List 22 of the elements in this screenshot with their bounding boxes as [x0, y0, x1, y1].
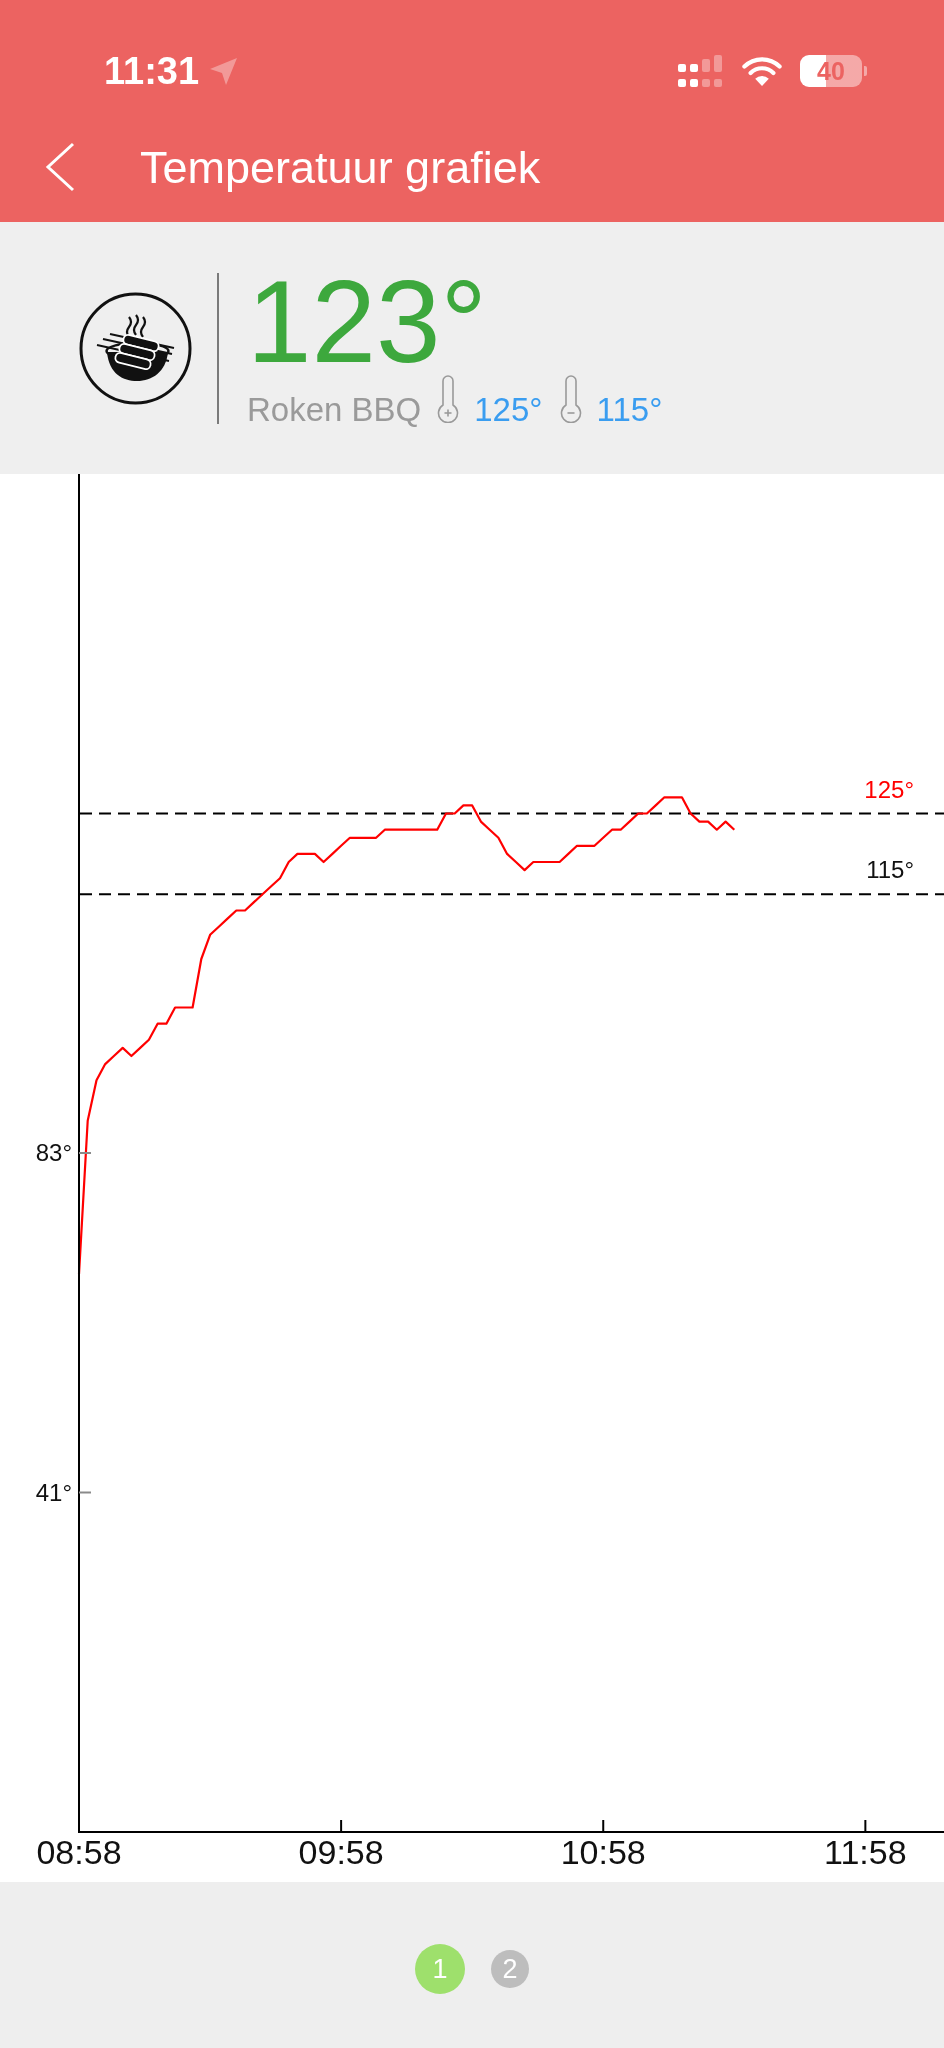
y-axis-label: 83° [35, 1139, 72, 1166]
grill-icon [79, 291, 192, 405]
y-axis-label: 41° [35, 1478, 72, 1506]
x-axis-label: 10:58 [560, 1833, 646, 1871]
location-arrow-icon [210, 57, 238, 85]
probe-name: Roken BBQ [247, 393, 422, 427]
back-button[interactable] [45, 142, 75, 192]
thermometer-minus-icon [559, 375, 582, 424]
x-axis-label: 11:58 [824, 1833, 907, 1871]
signal-icon [678, 55, 723, 87]
thermometer-plus-icon [437, 375, 460, 424]
back-chevron-icon [45, 142, 75, 192]
current-temperature: 123° [247, 269, 487, 375]
wifi-icon [742, 56, 782, 86]
upper-limit: 125° [474, 393, 543, 427]
reference-label: 125° [864, 775, 914, 803]
x-axis-label: 09:58 [298, 1833, 384, 1871]
screen-title: Temperatuur grafiek [140, 144, 541, 190]
lower-limit: 115° [596, 393, 663, 427]
reference-label: 115° [866, 856, 914, 884]
x-axis-label: 08:58 [36, 1833, 122, 1871]
status-time: 11:31 [104, 52, 200, 90]
